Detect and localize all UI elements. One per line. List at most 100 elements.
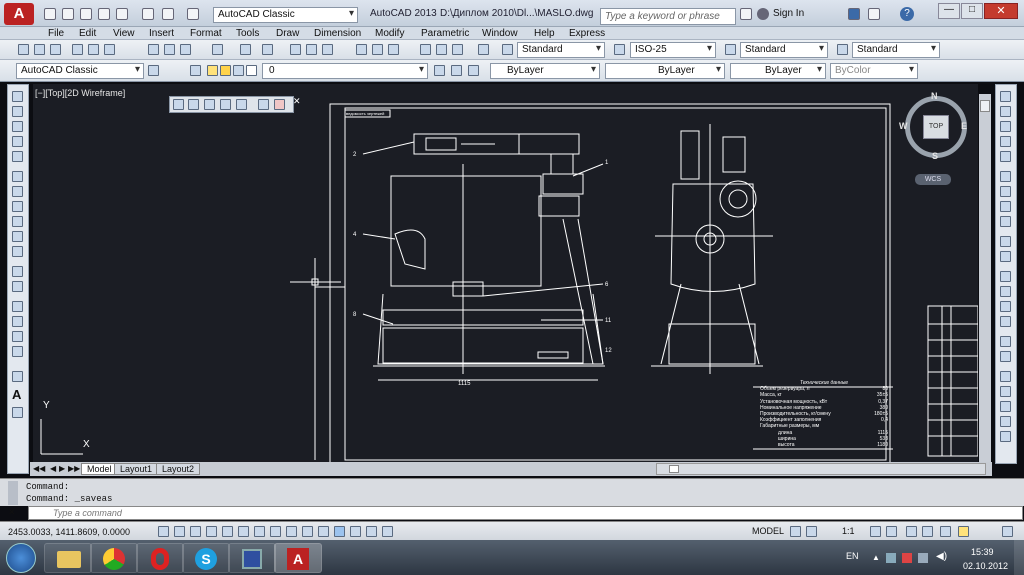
snap-icon[interactable] [174,526,185,537]
sign-in-link[interactable]: Sign In [773,8,804,19]
tab-nav-first[interactable]: ◀◀ [33,464,45,473]
layer-select[interactable]: 0 [262,63,428,79]
clock-date[interactable]: 02.10.2012 [963,561,1008,571]
menu-file[interactable]: File [48,28,64,39]
ellipse-icon[interactable] [12,231,23,242]
dim-angular-icon[interactable] [1000,401,1011,412]
drawing-canvas[interactable]: [−][Top][2D Wireframe] ✕ 2 1 4 8 6 11 12… [33,84,978,462]
hatch-icon[interactable] [12,316,23,327]
scale-icon[interactable] [1000,201,1011,212]
arc-icon[interactable] [12,171,23,182]
gradient-icon[interactable] [12,331,23,342]
polygon-icon[interactable] [12,136,23,147]
menu-window[interactable]: Window [482,28,518,39]
menu-format[interactable]: Format [190,28,222,39]
erase-icon[interactable] [1000,91,1011,102]
workspace-combo[interactable]: AutoCAD Classic [16,63,144,79]
menu-dimension[interactable]: Dimension [314,28,361,39]
toolpalettes-icon[interactable] [388,44,399,55]
designcenter-icon[interactable] [372,44,383,55]
tab-nav-prev[interactable]: ◀ [50,464,56,473]
redo-icon[interactable] [262,44,273,55]
paste-icon[interactable] [180,44,191,55]
insert-block-icon[interactable] [12,266,23,277]
search-icon[interactable] [740,8,752,20]
3dosnap-icon[interactable] [254,526,265,537]
open-icon[interactable] [62,8,74,20]
extend-icon[interactable] [1000,251,1011,262]
line-icon[interactable] [12,91,23,102]
stretch-icon[interactable] [1000,216,1011,227]
annotation-scale[interactable]: 1:1 [842,526,855,536]
plotstyle-select[interactable]: ByColor [830,63,918,79]
quickview-icon[interactable] [806,526,817,537]
saveas-icon[interactable] [98,8,110,20]
save-icon[interactable] [50,44,61,55]
tab-nav-next[interactable]: ▶ [59,464,65,473]
maximize-button[interactable]: □ [961,3,983,19]
start-button[interactable] [6,543,36,573]
autoscale-icon[interactable] [886,526,897,537]
tpy-icon[interactable] [334,526,345,537]
workspace-select[interactable]: AutoCAD Classic [213,7,358,23]
array-icon[interactable] [1000,151,1011,162]
polar-icon[interactable] [222,526,233,537]
show-desktop-button[interactable] [1014,540,1024,575]
volume-icon[interactable]: ◀) [936,551,947,562]
polyline-icon[interactable] [12,121,23,132]
properties-icon[interactable] [356,44,367,55]
search-input[interactable]: Type a keyword or phrase [600,8,736,25]
command-close-icon[interactable]: ✕ [8,507,16,518]
dim-linear-icon[interactable] [1000,371,1011,382]
rotate-icon[interactable] [1000,186,1011,197]
trim-icon[interactable] [1000,236,1011,247]
print-icon[interactable] [72,44,83,55]
tray-app-icon[interactable] [902,553,912,563]
revcloud-icon[interactable] [12,201,23,212]
infer-icon[interactable] [158,526,169,537]
app-menu-button[interactable]: A [4,3,34,25]
lwt-icon[interactable] [318,526,329,537]
point-icon[interactable] [12,301,23,312]
dyn-icon[interactable] [302,526,313,537]
make-block-icon[interactable] [12,281,23,292]
blend-icon[interactable] [1000,336,1011,347]
preview-icon[interactable] [88,44,99,55]
scroll-thumb[interactable] [980,100,990,112]
viewcube-top-face[interactable]: TOP [923,115,949,139]
move-icon[interactable] [1000,171,1011,182]
wcs-menu[interactable]: WCS [915,174,951,185]
region-icon[interactable] [12,346,23,357]
otrack-icon[interactable] [270,526,281,537]
ducs-icon[interactable] [286,526,297,537]
help-icon[interactable] [478,44,489,55]
tab-model[interactable]: Model [81,463,118,475]
opera-taskbar-icon[interactable] [136,543,184,573]
clock-time[interactable]: 15:39 [971,547,994,557]
menu-insert[interactable]: Insert [149,28,174,39]
print-icon[interactable] [142,8,154,20]
command-input[interactable]: Type a command [28,506,1023,520]
break-icon[interactable] [1000,271,1011,282]
lock-ui-icon[interactable] [922,526,933,537]
vertical-scrollbar[interactable] [979,94,991,462]
zoom-window-icon[interactable] [322,44,333,55]
horizontal-scrollbar[interactable] [656,463,986,475]
ortho-icon[interactable] [206,526,217,537]
circle-icon[interactable] [12,186,23,197]
language-indicator[interactable]: EN [846,551,859,561]
cut-icon[interactable] [148,44,159,55]
table-icon[interactable] [12,371,23,382]
chrome-taskbar-icon[interactable] [90,543,138,573]
menu-parametric[interactable]: Parametric [421,28,469,39]
qp-icon[interactable] [350,526,361,537]
layer-previous-icon[interactable] [451,65,462,76]
coordinates-readout[interactable]: 2453.0033, 1411.8609, 0.0000 [8,527,130,537]
fillet-icon[interactable] [1000,316,1011,327]
save-icon[interactable] [80,8,92,20]
calc-icon[interactable] [452,44,463,55]
explorer-taskbar-icon[interactable] [44,543,92,573]
explode-icon[interactable] [1000,351,1011,362]
text-style-select[interactable]: Standard [517,42,605,58]
spline-icon[interactable] [12,216,23,227]
